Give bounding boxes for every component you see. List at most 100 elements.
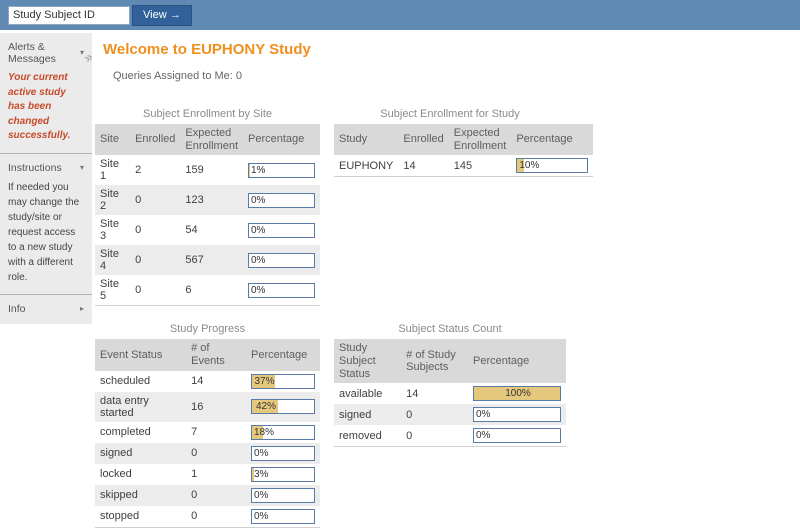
table-cell: signed	[334, 404, 401, 425]
percentage-bar: 37%	[251, 374, 315, 389]
percentage-bar-fill: 42%	[252, 400, 278, 413]
percentage-label: 10%	[517, 159, 539, 172]
percentage-cell: 0%	[246, 506, 320, 528]
table-header-row: Study Subject Status# of Study SubjectsP…	[334, 339, 566, 383]
table-cell: Site 5	[95, 275, 130, 306]
table-header-row: SiteEnrolledExpected EnrollmentPercentag…	[95, 124, 320, 155]
table-cell: scheduled	[95, 371, 186, 392]
table-cell: 123	[180, 185, 243, 215]
table-cell: Site 2	[95, 185, 130, 215]
percentage-label: 0%	[249, 224, 265, 237]
table-cell: 2	[130, 155, 180, 185]
study-progress-table: Study Progress Event Status# of EventsPe…	[95, 323, 320, 527]
table-title: Subject Enrollment by Site	[95, 108, 320, 120]
sidebar-section-alerts: Alerts & Messages ▾ Your current active …	[0, 33, 92, 153]
column-header: Enrolled	[130, 124, 180, 155]
percentage-label: 18%	[252, 426, 274, 439]
column-header: Study Subject Status	[334, 339, 401, 383]
percentage-bar-fill: 3%	[252, 468, 254, 481]
subject-status-count-table: Subject Status Count Study Subject Statu…	[334, 323, 566, 447]
table-cell: data entry started	[95, 392, 186, 422]
percentage-label: 0%	[474, 408, 490, 421]
table-cell: 0	[401, 425, 468, 447]
column-header: Event Status	[95, 339, 186, 370]
percentage-label: 0%	[252, 510, 268, 523]
percentage-label: 0%	[252, 489, 268, 502]
column-header: Percentage	[243, 124, 320, 155]
table-row: Site 121591%	[95, 155, 320, 185]
column-header: Study	[334, 124, 398, 155]
table-row: EUPHONY14145 10%	[334, 155, 593, 177]
percentage-cell: 0%	[243, 245, 320, 275]
table-row: Site 201230%	[95, 185, 320, 215]
sidebar: Alerts & Messages ▾ Your current active …	[0, 33, 92, 324]
view-button[interactable]: View →	[132, 5, 192, 26]
table-cell: 14	[398, 155, 448, 177]
sidebar-section-info: Info ▸	[0, 294, 92, 324]
percentage-cell: 100%	[468, 383, 566, 404]
enrollment-by-site-table: Subject Enrollment by Site SiteEnrolledE…	[95, 108, 320, 306]
percentage-bar: 1%	[248, 163, 315, 178]
percentage-bar: 0%	[248, 193, 315, 208]
chevron-down-icon: ▾	[80, 164, 84, 172]
table-cell: signed	[95, 443, 186, 464]
percentage-label: 1%	[249, 164, 265, 177]
percentage-label: 37%	[252, 375, 274, 388]
column-header: Percentage	[246, 339, 320, 370]
table-title: Subject Enrollment for Study	[334, 108, 566, 120]
study-subject-id-input[interactable]	[8, 6, 130, 25]
percentage-label: 100%	[503, 387, 531, 400]
table-header-row: Event Status# of EventsPercentage	[95, 339, 320, 370]
table-row: Site 5060%	[95, 275, 320, 306]
table-header-row: StudyEnrolledExpected EnrollmentPercenta…	[334, 124, 593, 155]
chevron-right-icon: ▸	[80, 305, 84, 313]
table-title: Subject Status Count	[334, 323, 566, 335]
table-cell: 0	[186, 506, 246, 528]
table-cell: 567	[180, 245, 243, 275]
table-cell: 54	[180, 215, 243, 245]
table-cell: 0	[130, 215, 180, 245]
percentage-bar: 18%	[251, 425, 315, 440]
column-header: Percentage	[511, 124, 593, 155]
column-header: Expected Enrollment	[180, 124, 243, 155]
percentage-label: 0%	[249, 254, 265, 267]
table-cell: 145	[449, 155, 512, 177]
percentage-bar: 0%	[248, 223, 315, 238]
table-cell: removed	[334, 425, 401, 447]
page-title: Welcome to EUPHONY Study	[103, 41, 800, 58]
percentage-bar: 0%	[251, 488, 315, 503]
table-row: Site 3054 0%	[95, 215, 320, 245]
percentage-cell: 0%	[246, 485, 320, 506]
table-title: Study Progress	[95, 323, 320, 335]
percentage-bar: 0%	[473, 407, 561, 422]
instructions-text: If needed you may change the study/site …	[8, 180, 84, 285]
table-cell: Site 3	[95, 215, 130, 245]
table-row: locked13%	[95, 464, 320, 485]
column-header: Enrolled	[398, 124, 448, 155]
percentage-bar: 0%	[248, 253, 315, 268]
table-cell: 14	[186, 371, 246, 392]
table-row: scheduled14 37%	[95, 371, 320, 392]
table-cell: 0	[186, 443, 246, 464]
sidebar-item-alerts-messages[interactable]: Alerts & Messages ▾	[8, 41, 84, 65]
table-cell: available	[334, 383, 401, 404]
percentage-label: 0%	[249, 284, 265, 297]
sidebar-section-instructions: Instructions ▾ If needed you may change …	[0, 153, 92, 294]
table-row: available14 100%	[334, 383, 566, 404]
sidebar-item-instructions[interactable]: Instructions ▾	[8, 162, 84, 174]
queries-assigned-text: Queries Assigned to Me: 0	[113, 70, 800, 82]
active-study-alert-text: Your current active study has been chang…	[8, 71, 84, 144]
percentage-cell: 0%	[243, 275, 320, 306]
table-cell: 14	[401, 383, 468, 404]
percentage-bar: 0%	[251, 446, 315, 461]
percentage-cell: 0%	[468, 425, 566, 447]
column-header: Site	[95, 124, 130, 155]
table-cell: Site 4	[95, 245, 130, 275]
percentage-bar: 0%	[251, 509, 315, 524]
table-cell: completed	[95, 422, 186, 443]
percentage-bar-fill: 100%	[474, 387, 560, 400]
percentage-cell: 0%	[243, 215, 320, 245]
table-cell: stopped	[95, 506, 186, 528]
sidebar-item-info[interactable]: Info ▸	[8, 303, 84, 315]
table-cell: EUPHONY	[334, 155, 398, 177]
